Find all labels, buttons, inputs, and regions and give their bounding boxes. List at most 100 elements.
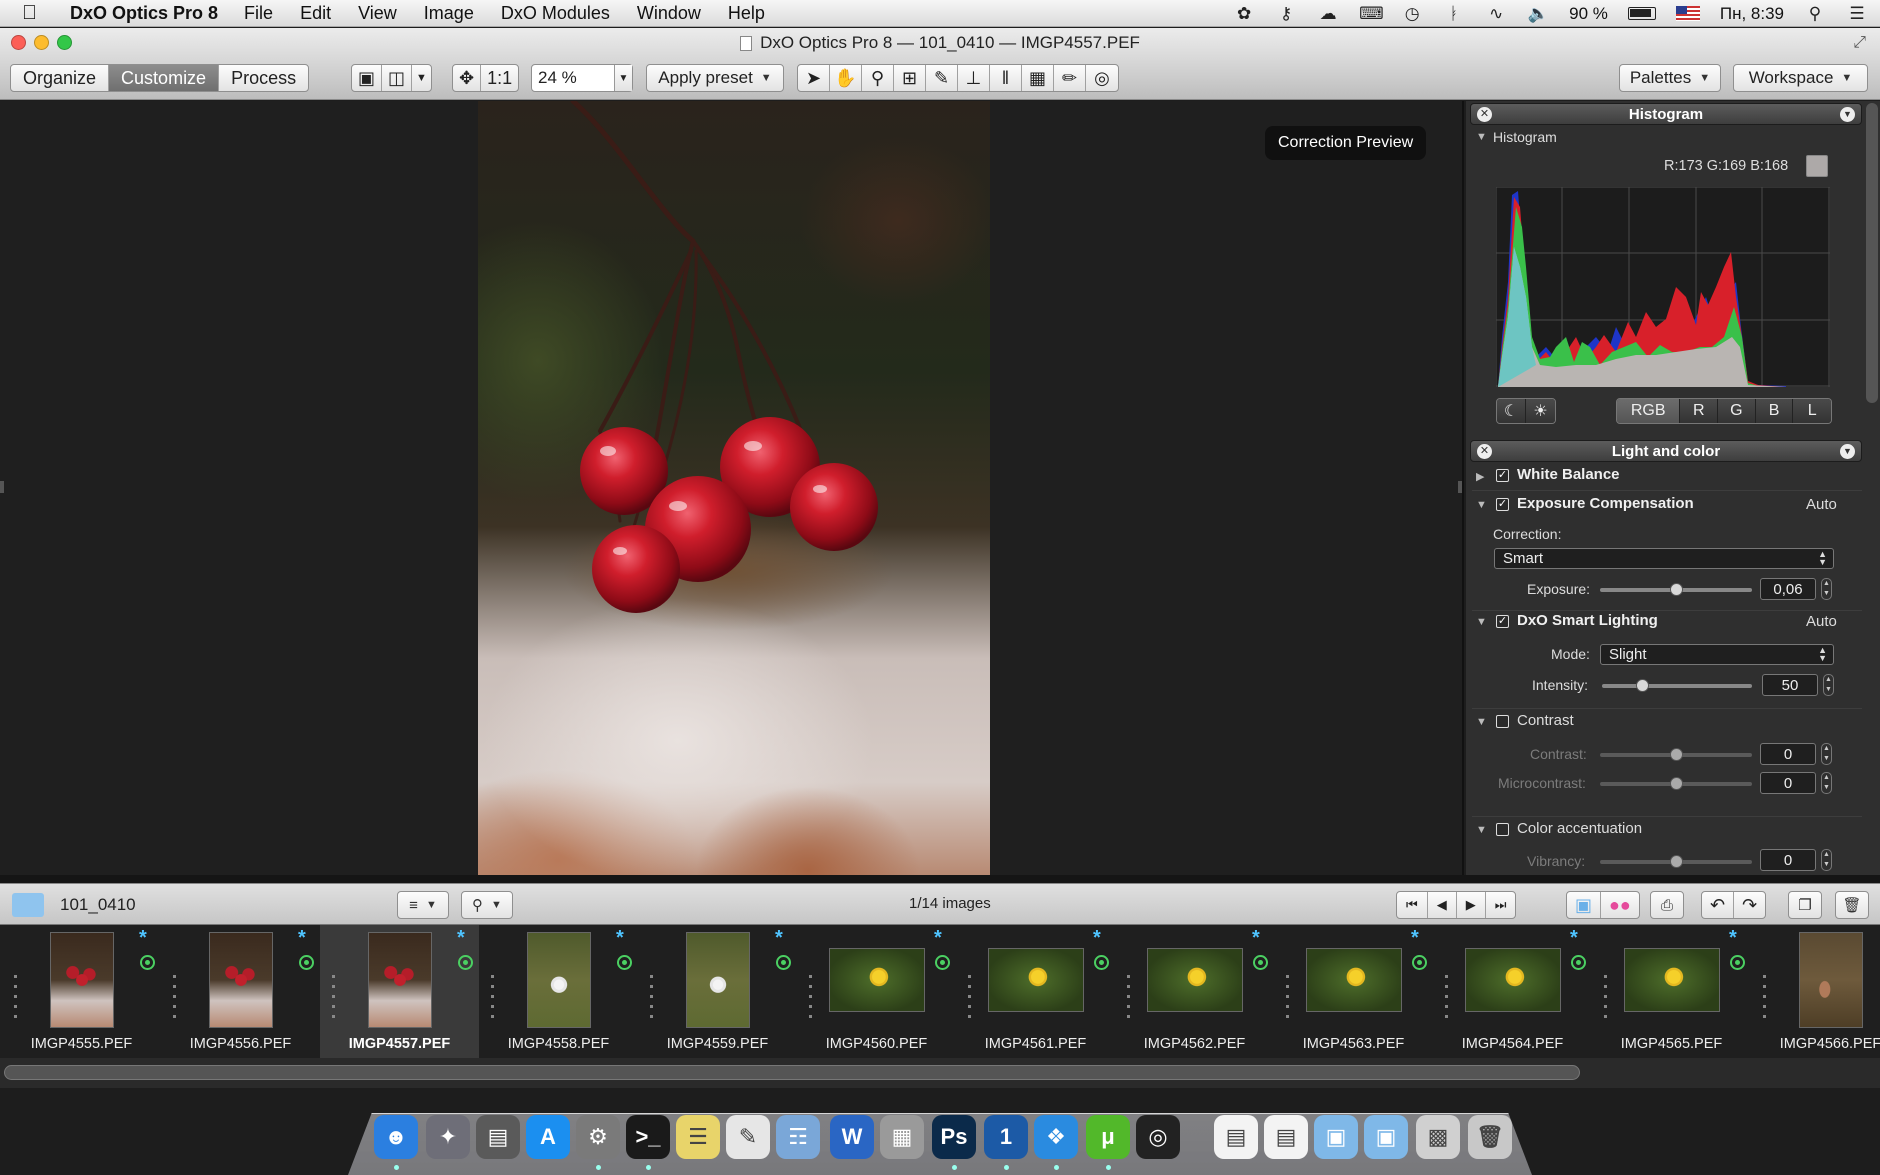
filmstrip-thumbnail[interactable]: *IMGP4566.PEF — [1751, 925, 1880, 1058]
apple-menu-icon[interactable]:  — [22, 2, 52, 25]
clock[interactable]: Пн, 8:39 — [1720, 4, 1784, 24]
zoom-tool-icon[interactable]: ⚲ — [862, 65, 894, 91]
thumbnail-image[interactable] — [988, 948, 1084, 1012]
filmstrip-thumbnail[interactable]: * IMGP4555.PEF — [2, 925, 161, 1058]
tab-process[interactable]: Process — [219, 65, 308, 91]
zoom-select[interactable]: 24 % ▼ — [531, 64, 633, 92]
fullscreen-icon[interactable]: ⤢ — [1853, 34, 1866, 52]
drag-handle-icon[interactable] — [173, 975, 176, 1025]
input-source-flag-icon[interactable] — [1675, 6, 1700, 21]
exposure-checkbox[interactable]: ✓ — [1496, 498, 1509, 511]
menu-image[interactable]: Image — [424, 3, 474, 24]
image-viewer[interactable]: Correction Preview — [0, 101, 1464, 875]
battery-icon[interactable] — [1627, 7, 1656, 20]
system-info-icon[interactable]: ▤ — [476, 1115, 520, 1159]
slider-knob[interactable] — [1636, 679, 1649, 692]
menu-window[interactable]: Window — [637, 3, 701, 24]
document-proxy-icon[interactable] — [740, 35, 753, 51]
fit-to-screen-icon[interactable]: ✥ — [453, 65, 482, 91]
filmstrip-thumbnail[interactable]: * IMGP4564.PEF — [1433, 925, 1592, 1058]
time-machine-icon[interactable]: ◷ — [1401, 4, 1423, 24]
filmstrip-thumbnail[interactable]: * IMGP4562.PEF — [1115, 925, 1274, 1058]
shadow-clipping-moon-icon[interactable]: ☾ — [1497, 399, 1527, 423]
menu-edit[interactable]: Edit — [300, 3, 331, 24]
menu-help[interactable]: Help — [728, 3, 765, 24]
contrast-field[interactable]: 0 — [1760, 743, 1816, 765]
exposure-stepper[interactable]: ▲ ▼ — [1821, 578, 1832, 600]
workspace-button[interactable]: Workspace ▼ — [1733, 64, 1868, 92]
eyedropper-tool-icon[interactable]: ✎ — [926, 65, 958, 91]
disclosure-triangle-icon[interactable]: ▼ — [1476, 824, 1487, 836]
thumbnail-image[interactable] — [1147, 948, 1243, 1012]
mode-select[interactable]: Slight ▲ ▼ — [1600, 644, 1834, 665]
left-panel-handle-icon[interactable] — [0, 481, 4, 493]
drag-handle-icon[interactable] — [1445, 975, 1448, 1025]
terminal-icon[interactable]: >_ — [626, 1115, 670, 1159]
microcontrast-field[interactable]: 0 — [1760, 772, 1816, 794]
zoom-one-to-one-button[interactable]: 1:1 — [481, 65, 518, 91]
launchpad-icon[interactable]: ✦ — [426, 1115, 470, 1159]
filmstrip-scrollbar[interactable] — [4, 1065, 1580, 1080]
repair-tool-icon[interactable]: ✏ — [1054, 65, 1086, 91]
scanner-icon[interactable]: ▩ — [1416, 1115, 1460, 1159]
palette-menu-chevron-icon[interactable]: ▼ — [1840, 107, 1855, 122]
color-tag-icon[interactable]: ●● — [1601, 892, 1639, 918]
cloud-sync-icon[interactable]: ☁ — [1317, 4, 1339, 24]
channel-rgb-button[interactable]: RGB — [1617, 399, 1681, 423]
drag-handle-icon[interactable] — [1604, 975, 1607, 1025]
intensity-slider[interactable] — [1602, 679, 1752, 692]
filmstrip-thumbnail[interactable]: * IMGP4565.PEF — [1592, 925, 1751, 1058]
drag-handle-icon[interactable] — [650, 975, 653, 1025]
previous-image-icon[interactable]: ◀ — [1428, 892, 1457, 918]
filmstrip-thumbnail[interactable]: * IMGP4559.PEF — [638, 925, 797, 1058]
zoom-window-button[interactable] — [57, 35, 72, 50]
filmstrip-thumbnail[interactable]: * IMGP4558.PEF — [479, 925, 638, 1058]
channel-r-button[interactable]: R — [1680, 399, 1719, 423]
horizon-tool-icon[interactable]: ⊥ — [958, 65, 990, 91]
correction-preview-button[interactable]: Correction Preview — [1265, 126, 1427, 160]
disclosure-triangle-icon[interactable]: ▼ — [1476, 716, 1487, 728]
close-palette-icon[interactable]: ✕ — [1477, 444, 1492, 459]
smart-lighting-checkbox[interactable]: ✓ — [1496, 615, 1509, 628]
close-palette-icon[interactable]: ✕ — [1477, 107, 1492, 122]
apply-preset-button[interactable]: Apply preset ▼ — [646, 64, 784, 92]
red-eye-tool-icon[interactable]: ◎ — [1086, 65, 1118, 91]
filter-button[interactable]: ⚲ ▼ — [461, 891, 513, 919]
thumbnail-image[interactable] — [527, 932, 591, 1028]
slider-knob[interactable] — [1670, 748, 1683, 761]
photoshop-icon[interactable]: Ps — [932, 1115, 976, 1159]
contrast-slider[interactable] — [1600, 748, 1752, 761]
vibrancy-slider[interactable] — [1600, 855, 1752, 868]
main-photo[interactable] — [478, 101, 990, 875]
microcontrast-stepper[interactable]: ▲ ▼ — [1821, 772, 1832, 794]
color-accentuation-checkbox[interactable] — [1496, 823, 1509, 836]
white-balance-checkbox[interactable]: ✓ — [1496, 469, 1509, 482]
palette-menu-chevron-icon[interactable]: ▼ — [1840, 444, 1855, 459]
tab-organize[interactable]: Organize — [11, 65, 110, 91]
app-menu[interactable]: DxO Optics Pro 8 — [70, 3, 218, 24]
key-icon[interactable]: ⚷ — [1275, 4, 1297, 24]
thumbnail-image[interactable] — [1465, 948, 1561, 1012]
drag-handle-icon[interactable] — [809, 975, 812, 1025]
thumbnail-image[interactable] — [209, 932, 273, 1028]
view-mode-dropdown-icon[interactable]: ▼ — [412, 65, 431, 91]
menu-view[interactable]: View — [358, 3, 397, 24]
menu-file[interactable]: File — [244, 3, 273, 24]
grid-tool-icon[interactable]: ▦ — [1022, 65, 1054, 91]
exposure-slider[interactable] — [1600, 583, 1752, 596]
disclosure-triangle-icon[interactable]: ▼ — [1476, 499, 1487, 511]
histogram-palette-header[interactable]: ✕ Histogram ▼ — [1470, 103, 1862, 125]
last-image-icon[interactable]: ⏭ — [1486, 892, 1516, 918]
disclosure-triangle-icon[interactable]: ▼ — [1476, 616, 1487, 628]
delete-button[interactable]: 🗑 — [1835, 891, 1869, 919]
bluetooth-icon[interactable]: ᛓ — [1443, 4, 1465, 24]
filmstrip[interactable]: * IMGP4555.PEF * IMGP4556.PEF * IMGP4557.PEF *… — [0, 925, 1880, 1058]
palettes-scrollbar[interactable] — [1866, 103, 1878, 403]
document-icon[interactable]: ▤ — [1264, 1115, 1308, 1159]
compare-view-icon[interactable]: ◫ — [382, 65, 413, 91]
correction-select[interactable]: Smart ▲ ▼ — [1494, 548, 1834, 569]
utorrent-icon[interactable]: μ — [1086, 1115, 1130, 1159]
volume-icon[interactable]: 🔈 — [1527, 4, 1549, 24]
drag-handle-icon[interactable] — [332, 975, 335, 1025]
system-preferences-icon[interactable]: ⚙ — [576, 1115, 620, 1159]
